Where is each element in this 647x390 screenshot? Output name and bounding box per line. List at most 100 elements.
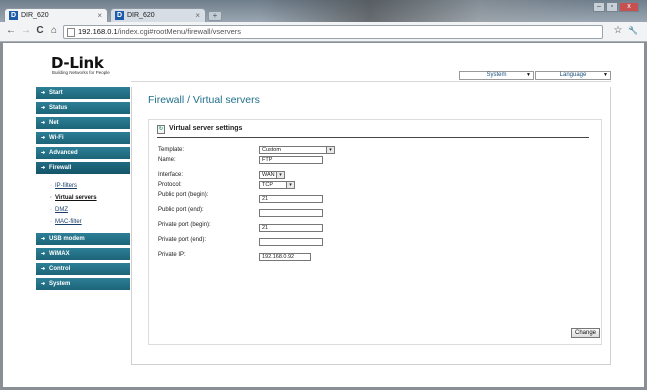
panel-title-text: Virtual server settings xyxy=(169,125,243,132)
menu-arrow-icon: ➔ xyxy=(41,266,46,272)
close-tab-icon[interactable]: × xyxy=(195,9,200,22)
chevron-down-icon: ▾ xyxy=(326,147,334,153)
browser-toolbar: ← → C ⌂ 192.168.0.1/index.cgi#rootMenu/f… xyxy=(0,22,647,42)
header-divider xyxy=(131,81,611,82)
dlink-favicon-icon: D xyxy=(115,11,124,20)
menu-arrow-icon: ➔ xyxy=(41,236,46,242)
back-arrow-icon[interactable]: ← xyxy=(5,25,17,37)
menu-item-label: Control xyxy=(49,266,71,272)
bookmark-star-icon[interactable]: ☆ xyxy=(612,25,624,37)
menu-item-advanced[interactable]: ➔ Advanced xyxy=(36,147,130,159)
chevron-down-icon: ▾ xyxy=(276,172,284,178)
public-port-end-input[interactable] xyxy=(259,209,323,217)
titlebar-artwork xyxy=(260,0,590,22)
submenu-virtual-servers[interactable]: · Virtual servers xyxy=(50,192,130,204)
menu-arrow-icon: ➔ xyxy=(41,135,46,141)
menu-item-label: WiMAX xyxy=(49,251,70,257)
interface-select-value: WAN xyxy=(262,172,275,178)
wrench-icon[interactable]: 🔧 xyxy=(627,25,639,37)
panel-divider xyxy=(157,137,589,138)
close-window-button[interactable]: x xyxy=(619,2,639,12)
menu-item-label: Net xyxy=(49,120,59,126)
dlink-favicon-icon: D xyxy=(9,11,18,20)
router-page: D-Link Building Networks for People Syst… xyxy=(3,43,644,387)
forward-arrow-icon[interactable]: → xyxy=(20,25,32,37)
chevron-down-icon: ▼ xyxy=(526,72,531,78)
template-select[interactable]: Custom ▾ xyxy=(259,146,335,154)
menu-arrow-icon: ➔ xyxy=(41,90,46,96)
menu-arrow-icon: ➔ xyxy=(41,150,46,156)
page-icon xyxy=(67,28,75,37)
menu-item-usb-modem[interactable]: ➔ USB modem xyxy=(36,233,130,245)
protocol-label: Protocol: xyxy=(158,182,182,188)
language-dropdown-label: Language xyxy=(559,72,587,78)
public-port-end-label: Public port (end): xyxy=(158,207,204,213)
new-tab-button[interactable]: + xyxy=(208,11,222,21)
home-icon[interactable]: ⌂ xyxy=(48,25,60,37)
menu-item-net[interactable]: ➔ Net xyxy=(36,117,130,129)
system-dropdown[interactable]: System ▼ xyxy=(459,71,534,80)
protocol-select-value: TCP xyxy=(262,182,273,188)
private-port-end-label: Private port (end): xyxy=(158,237,207,243)
system-dropdown-label: System xyxy=(486,72,507,78)
submenu-mac-filter[interactable]: · MAC-filter xyxy=(50,216,130,228)
public-port-begin-label: Public port (begin): xyxy=(158,192,209,198)
address-bar[interactable]: 192.168.0.1/index.cgi#rootMenu/firewall/… xyxy=(63,25,603,39)
main-content: Firewall / Virtual servers ↻ Virtual ser… xyxy=(131,87,611,365)
url-path: /index.cgi#rootMenu/firewall/vservers xyxy=(117,27,242,36)
reload-icon[interactable]: C xyxy=(34,25,46,37)
firewall-submenu: · IP-filters · Virtual servers · DMZ · MAC-f… xyxy=(36,177,130,233)
private-port-begin-input[interactable]: 21 xyxy=(259,224,323,232)
virtual-server-settings-panel: ↻ Virtual server settings Template: Cust… xyxy=(148,119,602,345)
minimize-button[interactable]: – xyxy=(593,2,605,12)
menu-item-wifi[interactable]: ➔ Wi-Fi xyxy=(36,132,130,144)
browser-tab-1[interactable]: D DIR_620 × xyxy=(4,8,108,23)
menu-arrow-icon: ➔ xyxy=(41,251,46,257)
submenu-label: IP-filters xyxy=(55,183,78,189)
close-tab-icon[interactable]: × xyxy=(97,9,102,22)
protocol-select[interactable]: TCP ▾ xyxy=(259,181,295,189)
menu-item-status[interactable]: ➔ Status xyxy=(36,102,130,114)
menu-item-label: Firewall xyxy=(49,165,72,171)
menu-item-label: Wi-Fi xyxy=(49,135,64,141)
name-input[interactable]: FTP xyxy=(259,156,323,164)
private-ip-label: Private IP: xyxy=(158,252,186,258)
maximize-button[interactable]: ▫ xyxy=(606,2,618,12)
menu-item-label: System xyxy=(49,281,71,287)
chevron-down-icon: ▼ xyxy=(603,72,608,78)
menu-item-control[interactable]: ➔ Control xyxy=(36,263,130,275)
template-select-value: Custom xyxy=(262,147,281,153)
chevron-down-icon: ▾ xyxy=(286,182,294,188)
menu-item-system[interactable]: ➔ System xyxy=(36,278,130,290)
menu-item-firewall[interactable]: ➔ Firewall xyxy=(36,162,130,174)
change-button[interactable]: Change xyxy=(571,328,601,338)
menu-item-label: Start xyxy=(49,90,63,96)
browser-tab-2[interactable]: D DIR_620 × xyxy=(110,8,206,23)
template-label: Template: xyxy=(158,147,185,153)
name-label: Name: xyxy=(158,157,176,163)
sidebar-menu: ➔ Start ➔ Status ➔ Net ➔ Wi-Fi ➔ Advanced ➔ Fi… xyxy=(36,87,130,293)
page-title: Firewall / Virtual servers xyxy=(148,94,260,106)
menu-item-wimax[interactable]: ➔ WiMAX xyxy=(36,248,130,260)
menu-arrow-icon: ➔ xyxy=(41,165,46,171)
menu-arrow-icon: ➔ xyxy=(41,281,46,287)
submenu-dmz[interactable]: · DMZ xyxy=(50,204,130,216)
interface-select[interactable]: WAN ▾ xyxy=(259,171,285,179)
private-ip-input[interactable]: 192.168.0.92 xyxy=(259,253,311,261)
logo-tagline: Building Networks for People xyxy=(52,70,110,75)
submenu-ip-filters[interactable]: · IP-filters xyxy=(50,180,130,192)
tab-label: DIR_620 xyxy=(127,12,155,19)
menu-item-label: USB modem xyxy=(49,236,85,242)
menu-item-label: Status xyxy=(49,105,68,111)
browser-titlebar: D DIR_620 × D DIR_620 × + – ▫ x xyxy=(0,0,647,23)
submenu-label: MAC-filter xyxy=(55,219,82,225)
menu-arrow-icon: ➔ xyxy=(41,105,46,111)
url-host: 192.168.0.1 xyxy=(78,27,118,36)
menu-item-start[interactable]: ➔ Start xyxy=(36,87,130,99)
language-dropdown[interactable]: Language ▼ xyxy=(535,71,611,80)
submenu-label: Virtual servers xyxy=(55,195,97,201)
menu-item-label: Advanced xyxy=(49,150,78,156)
document-icon: ↻ xyxy=(157,125,165,134)
private-port-end-input[interactable] xyxy=(259,238,323,246)
public-port-begin-input[interactable]: 21 xyxy=(259,195,323,203)
